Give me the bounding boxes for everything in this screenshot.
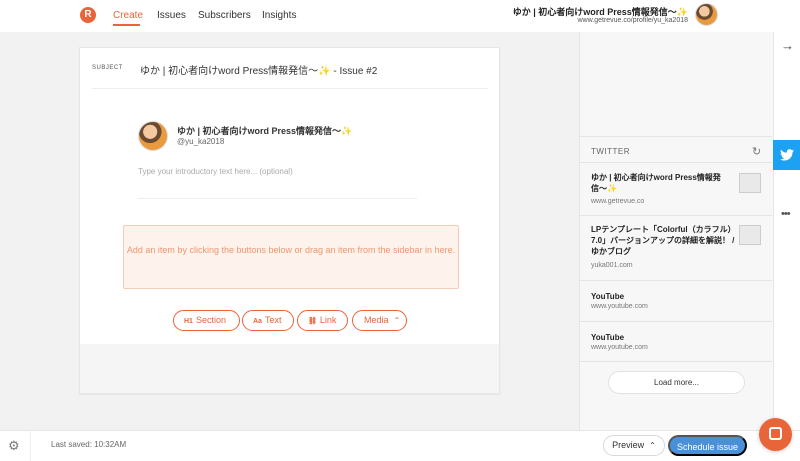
divider	[138, 198, 417, 199]
refresh-icon[interactable]: ↻	[752, 145, 761, 158]
add-text-label: Text	[264, 315, 282, 325]
preview-button[interactable]: Preview ⌃	[603, 435, 665, 456]
chevron-up-icon: ⌃	[649, 441, 656, 450]
sender-avatar	[138, 121, 168, 151]
add-section-label: Section	[195, 315, 226, 325]
feed-item-thumbnail	[739, 225, 761, 245]
nav-insights[interactable]: Insights	[262, 10, 296, 22]
subject-label: SUBJECT	[92, 65, 123, 71]
divider	[92, 88, 488, 89]
add-text-button[interactable]: Aa Text	[242, 310, 294, 331]
nav-subscribers[interactable]: Subscribers	[198, 10, 251, 22]
text-icon: Aa	[253, 318, 262, 325]
last-saved-status: Last saved: 10:32AM	[51, 440, 127, 449]
nav-create[interactable]: Create	[113, 10, 143, 22]
divider	[580, 215, 772, 216]
chevron-up-icon: ⌃	[393, 316, 401, 325]
nav-issues[interactable]: Issues	[157, 10, 186, 22]
divider	[30, 430, 31, 461]
add-media-label: Media	[364, 315, 389, 325]
divider	[580, 361, 772, 362]
schedule-issue-button[interactable]: Schedule issue	[668, 435, 747, 456]
profile-url[interactable]: www.getrevue.co/profile/yu_ka2018	[577, 17, 688, 24]
add-section-button[interactable]: H1 Section	[173, 310, 240, 331]
load-more-button[interactable]: Load more...	[608, 371, 745, 394]
add-link-button[interactable]: ⛓ Link	[297, 310, 348, 331]
divider	[580, 162, 772, 163]
twitter-icon	[779, 149, 794, 161]
nav-active-indicator	[113, 24, 140, 26]
link-icon: ⛓	[308, 318, 317, 325]
feed-item-url: www.getrevue.co	[591, 198, 645, 205]
chat-icon[interactable]	[759, 418, 792, 451]
heading-icon: H1	[184, 318, 193, 325]
add-item-toolbar	[80, 344, 499, 393]
feed-item-title[interactable]: LPテンプレート「Colorful（カラフル）7.0」バージョンアップの詳細を解…	[591, 224, 737, 257]
sender-name: ゆか | 初心者向けword Press情報発信〜✨	[177, 126, 353, 136]
more-dots-icon[interactable]: •••	[781, 208, 791, 220]
intro-text-input[interactable]: Type your introductory text here... (opt…	[138, 167, 293, 176]
twitter-tab[interactable]	[773, 140, 800, 170]
feed-item-title[interactable]: YouTube	[591, 332, 624, 343]
add-link-label: Link	[319, 315, 337, 325]
source-rail	[773, 32, 800, 430]
divider	[580, 136, 772, 137]
feed-item-url: www.youtube.com	[591, 303, 648, 310]
profile-avatar[interactable]	[695, 3, 718, 26]
feed-item-title[interactable]: YouTube	[591, 291, 624, 302]
feed-item-title[interactable]: ゆか | 初心者向けword Press情報発信〜✨	[591, 172, 731, 194]
arrow-right-icon[interactable]: →	[781, 38, 794, 53]
divider	[580, 280, 772, 281]
sidebar-header: TWITTER	[591, 147, 631, 156]
feed-item-url: www.youtube.com	[591, 344, 648, 351]
feed-item-thumbnail	[739, 173, 761, 193]
subject-input[interactable]: ゆか | 初心者向けword Press情報発信〜✨ - Issue #2	[140, 62, 377, 77]
issue-editor-card: SUBJECT ゆか | 初心者向けword Press情報発信〜✨ - Iss…	[79, 47, 500, 394]
add-media-button[interactable]: Media ⌃	[352, 310, 407, 331]
feed-item-url: yuka001.com	[591, 262, 633, 269]
preview-label: Preview	[612, 440, 645, 450]
gear-icon[interactable]: ⚙	[8, 438, 20, 454]
sender-handle: @yu_ka2018	[177, 137, 225, 146]
divider	[580, 321, 772, 322]
item-drop-zone[interactable]: Add an item by clicking the buttons belo…	[123, 225, 459, 289]
revue-logo-icon[interactable]: R	[80, 7, 96, 23]
